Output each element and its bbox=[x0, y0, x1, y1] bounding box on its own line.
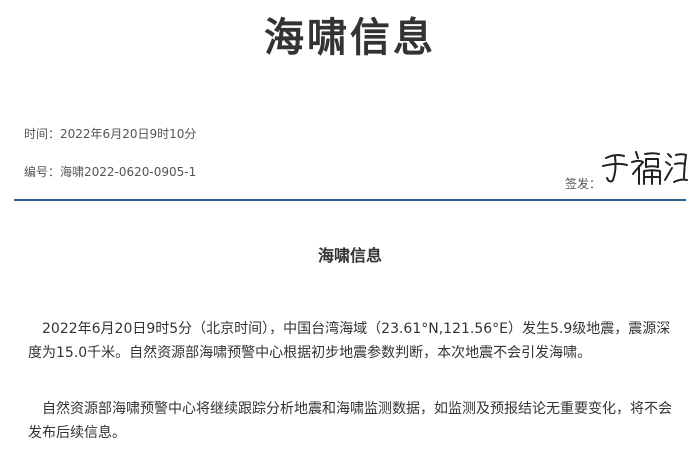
time-value: 2022年6月20日9时10分 bbox=[60, 127, 197, 141]
number-value: 海啸2022-0620-0905-1 bbox=[60, 165, 197, 179]
page-title: 海啸信息 bbox=[264, 15, 436, 61]
paragraph-earthquake-report: 2022年6月20日9时5分（北京时间），中国台湾海域（23.61°N,121.… bbox=[28, 321, 671, 361]
document-number: 编号：海啸2022-0620-0905-1 bbox=[24, 164, 196, 180]
signer-label: 签发： bbox=[565, 177, 602, 191]
paragraph-follow-up: 自然资源部海啸预警中心将继续跟踪分析地震和海啸监测数据，如监测及预报结论无重要变… bbox=[28, 401, 672, 441]
document-heading: 海啸信息 bbox=[317, 246, 382, 265]
header-divider bbox=[14, 199, 686, 201]
number-label: 编号： bbox=[24, 165, 61, 179]
issue-time: 时间：2022年6月20日9时10分 bbox=[24, 126, 196, 142]
handwritten-signature bbox=[602, 151, 688, 185]
time-label: 时间： bbox=[24, 127, 61, 141]
